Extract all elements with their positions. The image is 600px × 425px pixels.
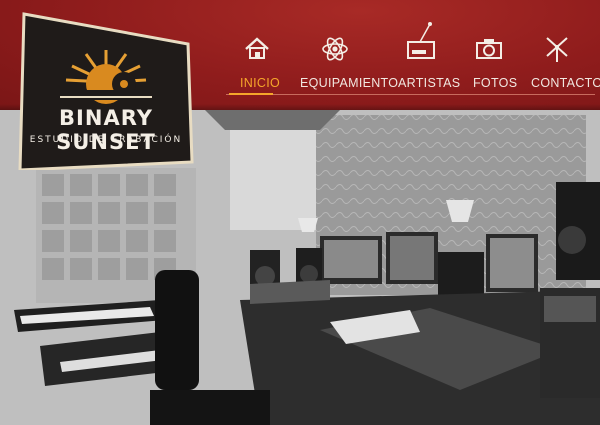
- logo[interactable]: BINARY SUNSET ESTUDIO DE GRABACIÓN: [14, 12, 198, 170]
- nav-active-indicator: [229, 93, 273, 95]
- nav-icons: [232, 22, 592, 68]
- logo-tagline: ESTUDIO DE GRABACIÓN: [29, 135, 183, 145]
- nav-item-artistas[interactable]: ARTISTAS: [398, 72, 460, 94]
- nav-item-contacto[interactable]: CONTACTO: [531, 72, 600, 94]
- nav-item-inicio[interactable]: INICIO: [240, 72, 280, 94]
- house-icon[interactable]: [242, 34, 272, 64]
- nav-item-fotos[interactable]: FOTOS: [473, 72, 517, 94]
- nav-divider: [226, 94, 595, 95]
- main-nav: INICIO EQUIPAMIENTO ARTISTAS FOTOS CONTA…: [226, 72, 600, 94]
- nav-item-equipamiento[interactable]: EQUIPAMIENTO: [300, 72, 398, 94]
- windmill-icon[interactable]: [542, 34, 572, 64]
- radio-icon[interactable]: [406, 20, 436, 64]
- logo-brand-name: BINARY SUNSET: [56, 106, 156, 154]
- camera-icon[interactable]: [474, 34, 504, 64]
- atom-icon[interactable]: [320, 34, 350, 64]
